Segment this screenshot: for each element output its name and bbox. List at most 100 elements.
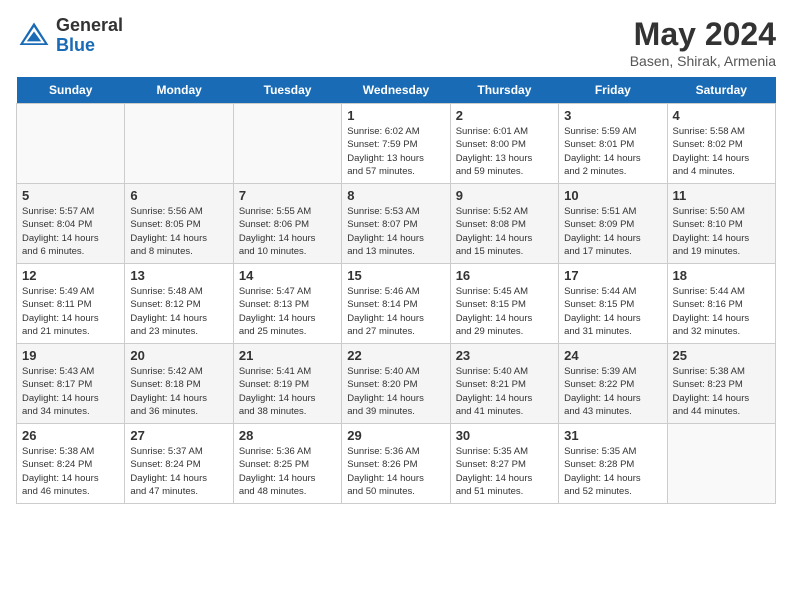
logo-text: General Blue [56, 16, 123, 56]
calendar-cell: 28 Sunrise: 5:36 AM Sunset: 8:25 PM Dayli… [233, 424, 341, 504]
header-row: SundayMondayTuesdayWednesdayThursdayFrid… [17, 77, 776, 104]
week-row-0: 1 Sunrise: 6:02 AM Sunset: 7:59 PM Daylig… [17, 104, 776, 184]
day-info: Sunrise: 5:40 AM Sunset: 8:20 PM Dayligh… [347, 365, 444, 418]
title-block: May 2024 Basen, Shirak, Armenia [630, 16, 776, 69]
day-number: 5 [22, 188, 119, 203]
day-info: Sunrise: 5:43 AM Sunset: 8:17 PM Dayligh… [22, 365, 119, 418]
day-info: Sunrise: 5:51 AM Sunset: 8:09 PM Dayligh… [564, 205, 661, 258]
week-row-2: 12 Sunrise: 5:49 AM Sunset: 8:11 PM Dayli… [17, 264, 776, 344]
day-info: Sunrise: 5:47 AM Sunset: 8:13 PM Dayligh… [239, 285, 336, 338]
calendar-cell: 30Sunrise: 5:35 AM Sunset: 8:27 PM Dayli… [450, 424, 558, 504]
calendar-cell: 13 Sunrise: 5:48 AM Sunset: 8:12 PM Dayli… [125, 264, 233, 344]
day-number: 17 [564, 268, 661, 283]
col-header-monday: Monday [125, 77, 233, 104]
calendar-cell: 7 Sunrise: 5:55 AM Sunset: 8:06 PM Daylig… [233, 184, 341, 264]
day-info: Sunrise: 6:02 AM Sunset: 7:59 PM Dayligh… [347, 125, 444, 178]
day-info: Sunrise: 5:48 AM Sunset: 8:12 PM Dayligh… [130, 285, 227, 338]
calendar-cell: 11 Sunrise: 5:50 AM Sunset: 8:10 PM Dayli… [667, 184, 775, 264]
calendar-cell: 26Sunrise: 5:38 AM Sunset: 8:24 PM Dayli… [17, 424, 125, 504]
calendar-cell [17, 104, 125, 184]
day-number: 12 [22, 268, 119, 283]
day-info: Sunrise: 5:59 AM Sunset: 8:01 PM Dayligh… [564, 125, 661, 178]
day-info: Sunrise: 5:53 AM Sunset: 8:07 PM Dayligh… [347, 205, 444, 258]
calendar-cell: 17 Sunrise: 5:44 AM Sunset: 8:15 PM Dayli… [559, 264, 667, 344]
day-info: Sunrise: 5:41 AM Sunset: 8:19 PM Dayligh… [239, 365, 336, 418]
col-header-sunday: Sunday [17, 77, 125, 104]
calendar-cell: 6Sunrise: 5:56 AM Sunset: 8:05 PM Daylig… [125, 184, 233, 264]
col-header-wednesday: Wednesday [342, 77, 450, 104]
day-number: 18 [673, 268, 770, 283]
day-info: Sunrise: 5:50 AM Sunset: 8:10 PM Dayligh… [673, 205, 770, 258]
day-number: 10 [564, 188, 661, 203]
day-number: 9 [456, 188, 553, 203]
calendar-cell: 5 Sunrise: 5:57 AM Sunset: 8:04 PM Daylig… [17, 184, 125, 264]
day-number: 15 [347, 268, 444, 283]
day-info: Sunrise: 5:35 AM Sunset: 8:28 PM Dayligh… [564, 445, 661, 498]
day-info: Sunrise: 5:49 AM Sunset: 8:11 PM Dayligh… [22, 285, 119, 338]
day-number: 7 [239, 188, 336, 203]
calendar-cell: 23Sunrise: 5:40 AM Sunset: 8:21 PM Dayli… [450, 344, 558, 424]
page-header: General Blue May 2024 Basen, Shirak, Arm… [16, 16, 776, 69]
day-info: Sunrise: 5:58 AM Sunset: 8:02 PM Dayligh… [673, 125, 770, 178]
day-info: Sunrise: 5:55 AM Sunset: 8:06 PM Dayligh… [239, 205, 336, 258]
calendar-cell: 16 Sunrise: 5:45 AM Sunset: 8:15 PM Dayli… [450, 264, 558, 344]
day-info: Sunrise: 5:44 AM Sunset: 8:15 PM Dayligh… [564, 285, 661, 338]
day-info: Sunrise: 5:57 AM Sunset: 8:04 PM Dayligh… [22, 205, 119, 258]
day-number: 16 [456, 268, 553, 283]
calendar-cell: 20 Sunrise: 5:42 AM Sunset: 8:18 PM Dayli… [125, 344, 233, 424]
day-number: 1 [347, 108, 444, 123]
location: Basen, Shirak, Armenia [630, 53, 776, 69]
week-row-3: 19Sunrise: 5:43 AM Sunset: 8:17 PM Dayli… [17, 344, 776, 424]
calendar-cell: 14Sunrise: 5:47 AM Sunset: 8:13 PM Dayli… [233, 264, 341, 344]
day-number: 26 [22, 428, 119, 443]
day-number: 20 [130, 348, 227, 363]
calendar-cell: 4 Sunrise: 5:58 AM Sunset: 8:02 PM Daylig… [667, 104, 775, 184]
day-info: Sunrise: 5:42 AM Sunset: 8:18 PM Dayligh… [130, 365, 227, 418]
day-number: 28 [239, 428, 336, 443]
week-row-4: 26Sunrise: 5:38 AM Sunset: 8:24 PM Dayli… [17, 424, 776, 504]
day-number: 27 [130, 428, 227, 443]
logo-blue-text: Blue [56, 36, 123, 56]
day-number: 11 [673, 188, 770, 203]
day-number: 29 [347, 428, 444, 443]
day-info: Sunrise: 5:36 AM Sunset: 8:26 PM Dayligh… [347, 445, 444, 498]
calendar-cell: 8 Sunrise: 5:53 AM Sunset: 8:07 PM Daylig… [342, 184, 450, 264]
day-info: Sunrise: 5:45 AM Sunset: 8:15 PM Dayligh… [456, 285, 553, 338]
day-info: Sunrise: 5:40 AM Sunset: 8:21 PM Dayligh… [456, 365, 553, 418]
day-info: Sunrise: 5:36 AM Sunset: 8:25 PM Dayligh… [239, 445, 336, 498]
day-number: 25 [673, 348, 770, 363]
day-number: 6 [130, 188, 227, 203]
calendar-cell [667, 424, 775, 504]
calendar-table: SundayMondayTuesdayWednesdayThursdayFrid… [16, 77, 776, 504]
col-header-friday: Friday [559, 77, 667, 104]
day-number: 13 [130, 268, 227, 283]
col-header-saturday: Saturday [667, 77, 775, 104]
calendar-cell: 1 Sunrise: 6:02 AM Sunset: 7:59 PM Daylig… [342, 104, 450, 184]
calendar-cell [233, 104, 341, 184]
day-number: 4 [673, 108, 770, 123]
day-info: Sunrise: 5:38 AM Sunset: 8:23 PM Dayligh… [673, 365, 770, 418]
calendar-cell: 10 Sunrise: 5:51 AM Sunset: 8:09 PM Dayli… [559, 184, 667, 264]
day-number: 2 [456, 108, 553, 123]
calendar-cell: 24Sunrise: 5:39 AM Sunset: 8:22 PM Dayli… [559, 344, 667, 424]
day-info: Sunrise: 5:46 AM Sunset: 8:14 PM Dayligh… [347, 285, 444, 338]
day-info: Sunrise: 5:44 AM Sunset: 8:16 PM Dayligh… [673, 285, 770, 338]
calendar-cell: 3 Sunrise: 5:59 AM Sunset: 8:01 PM Daylig… [559, 104, 667, 184]
calendar-cell: 21Sunrise: 5:41 AM Sunset: 8:19 PM Dayli… [233, 344, 341, 424]
day-info: Sunrise: 6:01 AM Sunset: 8:00 PM Dayligh… [456, 125, 553, 178]
col-header-tuesday: Tuesday [233, 77, 341, 104]
calendar-cell: 18 Sunrise: 5:44 AM Sunset: 8:16 PM Dayli… [667, 264, 775, 344]
logo: General Blue [16, 16, 123, 56]
month-title: May 2024 [630, 16, 776, 53]
day-number: 8 [347, 188, 444, 203]
calendar-cell: 15 Sunrise: 5:46 AM Sunset: 8:14 PM Dayli… [342, 264, 450, 344]
day-info: Sunrise: 5:37 AM Sunset: 8:24 PM Dayligh… [130, 445, 227, 498]
calendar-cell: 19Sunrise: 5:43 AM Sunset: 8:17 PM Dayli… [17, 344, 125, 424]
calendar-cell [125, 104, 233, 184]
day-number: 22 [347, 348, 444, 363]
logo-general-text: General [56, 16, 123, 36]
calendar-cell: 29 Sunrise: 5:36 AM Sunset: 8:26 PM Dayli… [342, 424, 450, 504]
day-number: 3 [564, 108, 661, 123]
logo-icon [16, 18, 52, 54]
day-number: 31 [564, 428, 661, 443]
